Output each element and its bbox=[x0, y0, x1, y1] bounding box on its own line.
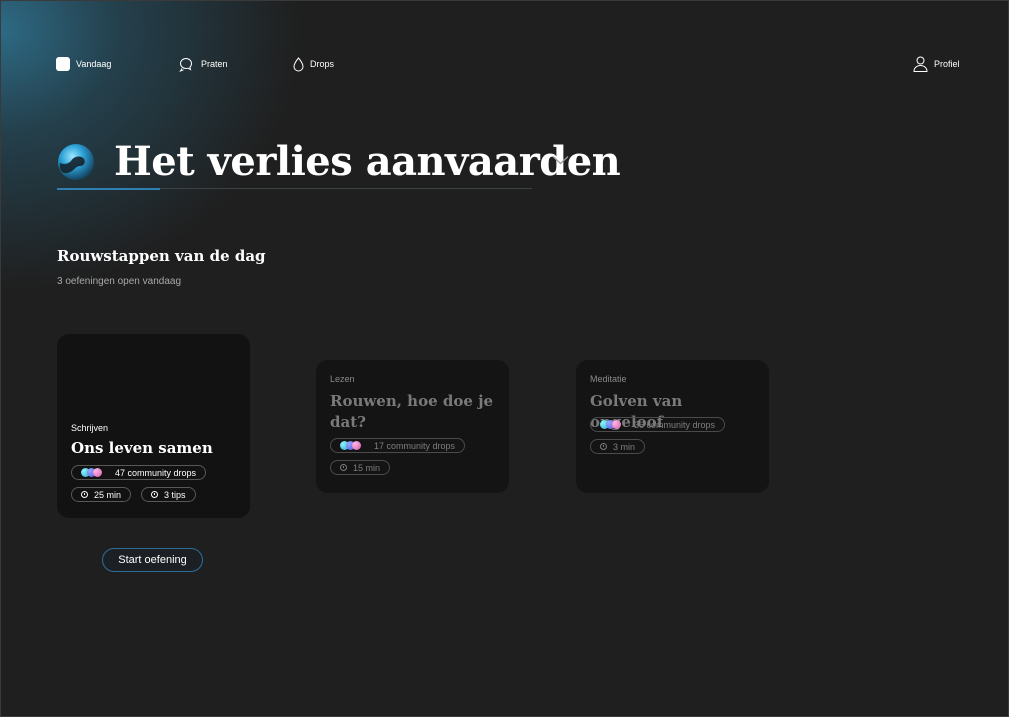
drop-icon bbox=[293, 56, 304, 71]
wave-logo bbox=[58, 144, 94, 180]
duration-label: 15 min bbox=[353, 462, 381, 473]
community-dots bbox=[340, 441, 368, 450]
card-category: Schrijven bbox=[71, 423, 109, 433]
duration-badge: 15 min bbox=[330, 460, 391, 475]
tips-badge: 3 tips bbox=[141, 487, 196, 502]
duration-badge: 25 min bbox=[71, 487, 132, 502]
community-drops-count: 47 community drops bbox=[115, 467, 197, 478]
exercise-card-meditation[interactable]: Meditatie Golven van ongeloof 36 communi… bbox=[576, 360, 769, 493]
card-category: Lezen bbox=[330, 374, 355, 384]
theme-title[interactable]: Het verlies aanvaarden bbox=[114, 136, 621, 188]
community-drops-badge: 17 community drops bbox=[330, 438, 466, 453]
nav-item-drops[interactable]: Drops bbox=[293, 54, 334, 74]
nav-label-talk: Praten bbox=[201, 59, 228, 69]
clock-icon bbox=[600, 443, 607, 450]
title-progress-accent bbox=[57, 188, 160, 190]
nav-item-profile[interactable]: Profiel bbox=[913, 54, 960, 74]
community-drops-badge: 47 community drops bbox=[71, 465, 207, 480]
exercise-card-writing[interactable]: Schrijven Ons leven samen 47 community d… bbox=[57, 334, 250, 518]
community-drops-count: 36 community drops bbox=[634, 419, 716, 430]
duration-badge: 3 min bbox=[590, 439, 646, 454]
clock-icon bbox=[151, 491, 158, 498]
chat-bubbles-icon bbox=[179, 57, 193, 72]
community-dots bbox=[81, 468, 109, 477]
nav-item-today[interactable]: Vandaag bbox=[56, 54, 111, 74]
card-title: Rouwen, hoe doe je dat? bbox=[330, 392, 494, 431]
community-drops-badge: 36 community drops bbox=[590, 417, 726, 432]
section-title: Rouwstappen van de dag bbox=[57, 247, 266, 265]
nav-label-today: Vandaag bbox=[76, 59, 112, 69]
card-title: Ons leven samen bbox=[71, 439, 213, 457]
person-icon bbox=[913, 56, 928, 72]
top-nav: Vandaag Praten Drops Profiel bbox=[0, 54, 1009, 74]
community-drops-count: 17 community drops bbox=[374, 440, 456, 451]
exercise-card-reading[interactable]: Lezen Rouwen, hoe doe je dat? 17 communi… bbox=[316, 360, 509, 493]
today-icon bbox=[56, 57, 70, 71]
community-dots bbox=[600, 420, 628, 429]
chevron-down-icon[interactable] bbox=[552, 155, 569, 165]
start-exercise-button[interactable]: Start oefening bbox=[102, 548, 203, 572]
nav-label-drops: Drops bbox=[310, 59, 335, 69]
nav-label-profile: Profiel bbox=[934, 59, 960, 69]
nav-item-talk[interactable]: Praten bbox=[179, 54, 228, 74]
card-category: Meditatie bbox=[590, 374, 627, 384]
clock-icon bbox=[340, 464, 347, 471]
duration-label: 3 min bbox=[613, 441, 636, 452]
section-subtitle: 3 oefeningen open vandaag bbox=[57, 276, 182, 287]
tips-label: 3 tips bbox=[164, 489, 186, 500]
duration-label: 25 min bbox=[94, 489, 122, 500]
clock-icon bbox=[81, 491, 88, 498]
